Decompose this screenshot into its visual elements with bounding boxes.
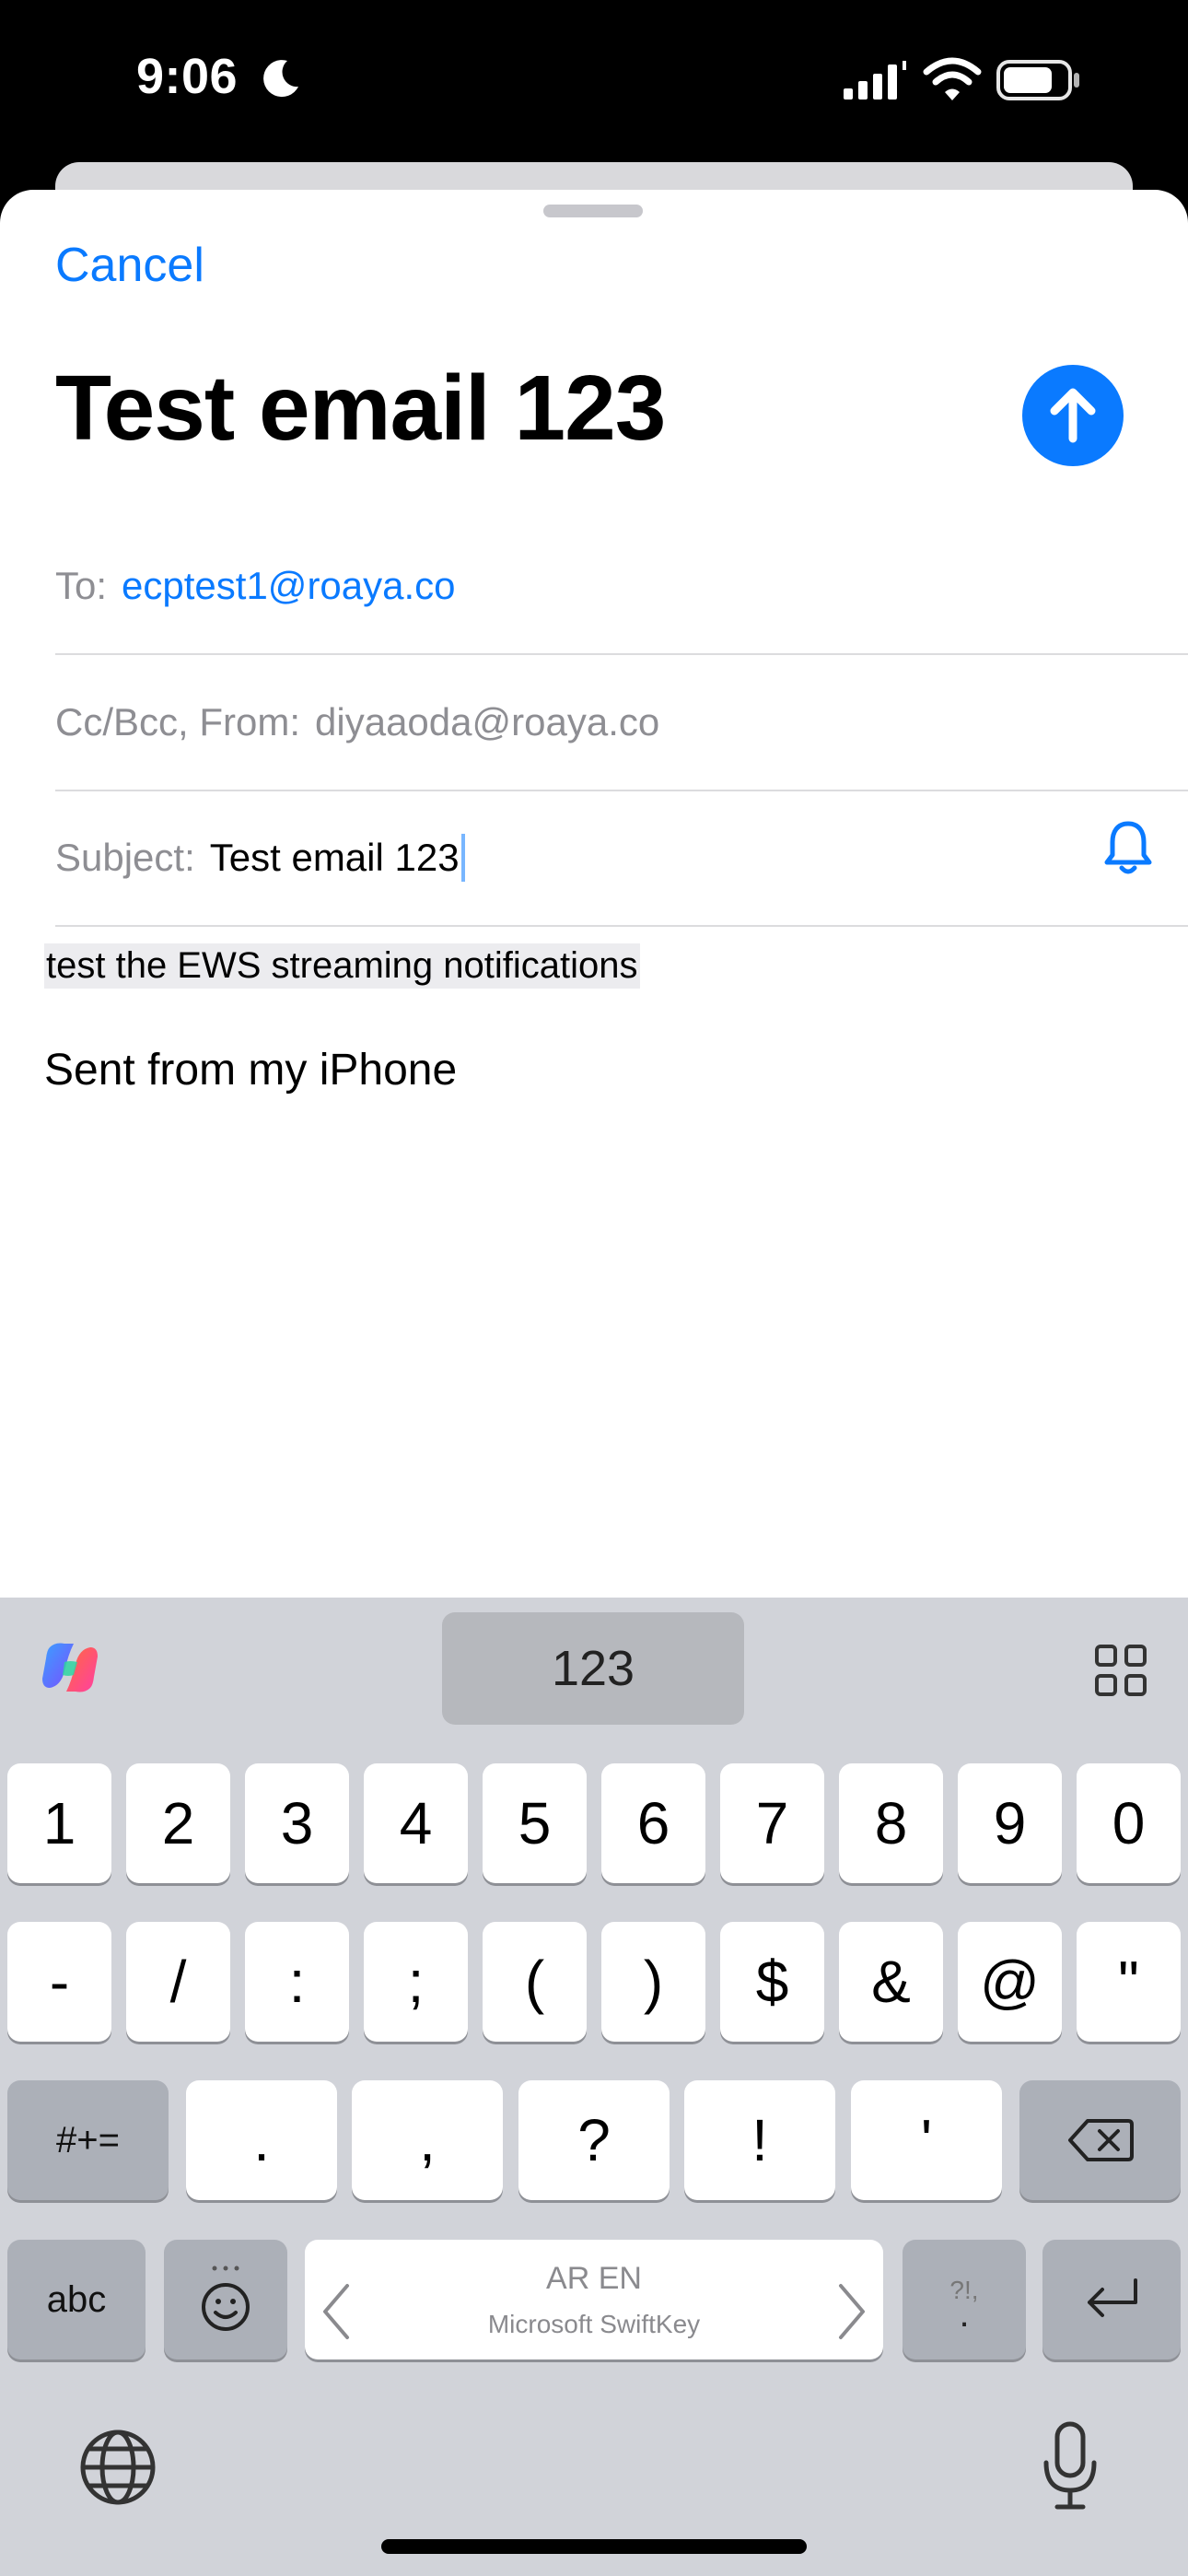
key-quote[interactable]: " [1077, 1922, 1181, 2042]
key-close-paren[interactable]: ) [601, 1922, 705, 2042]
sheet-grabber[interactable] [543, 205, 643, 217]
key-0[interactable]: 0 [1077, 1763, 1181, 1883]
key-exclamation[interactable]: ! [684, 2080, 835, 2200]
subject-input[interactable]: Test email 123 [210, 836, 460, 880]
cc-bcc-from-label: Cc/Bcc, From: [55, 700, 301, 744]
key-more-symbols[interactable]: #+= [7, 2080, 169, 2200]
key-8[interactable]: 8 [839, 1763, 943, 1883]
key-semicolon[interactable]: ; [364, 1922, 468, 2042]
key-hyphen[interactable]: - [7, 1922, 111, 2042]
status-bar: 9:06 [0, 0, 1188, 161]
key-period[interactable]: . [186, 2080, 337, 2200]
to-field[interactable]: To: ecptest1@roaya.co [55, 519, 1188, 655]
key-4[interactable]: 4 [364, 1763, 468, 1883]
cellular-signal-icon [844, 61, 906, 100]
compose-title: Test email 123 [55, 357, 666, 460]
key-comma[interactable]: , [352, 2080, 503, 2200]
key-2[interactable]: 2 [126, 1763, 230, 1883]
delete-key[interactable] [1019, 2080, 1181, 2200]
emoji-icon [202, 2266, 250, 2331]
key-apostrophe[interactable]: ' [851, 2080, 1002, 2200]
chevron-right-icon [839, 2284, 865, 2339]
return-key[interactable] [1042, 2240, 1181, 2359]
subject-field[interactable]: Subject: Test email 123 [55, 790, 1188, 927]
punct-main: . [959, 2294, 970, 2335]
return-icon [1088, 2278, 1137, 2317]
wifi-icon [923, 57, 982, 100]
key-6[interactable]: 6 [601, 1763, 705, 1883]
backspace-icon [1067, 2119, 1134, 2161]
to-recipient[interactable]: ecptest1@roaya.co [122, 564, 456, 608]
copilot-icon[interactable] [37, 1634, 103, 1701]
space-brand: Microsoft SwiftKey [487, 2309, 701, 2338]
key-abc[interactable]: abc [7, 2240, 146, 2359]
key-3[interactable]: 3 [245, 1763, 349, 1883]
grid-menu-icon[interactable] [1094, 1644, 1147, 1697]
to-label: To: [55, 564, 108, 607]
email-signature[interactable]: Sent from my iPhone [44, 1045, 457, 1095]
from-address[interactable]: diyaaoda@roaya.co [315, 700, 659, 744]
key-5[interactable]: 5 [483, 1763, 587, 1883]
battery-icon [996, 60, 1079, 100]
key-open-paren[interactable]: ( [483, 1922, 587, 2042]
key-colon[interactable]: : [245, 1922, 349, 2042]
punctuation-key[interactable]: ?!, . [903, 2240, 1026, 2359]
key-7[interactable]: 7 [720, 1763, 824, 1883]
key-slash[interactable]: / [126, 1922, 230, 2042]
arrow-up-icon [1050, 388, 1096, 443]
key-at[interactable]: @ [958, 1922, 1062, 2042]
key-1[interactable]: 1 [7, 1763, 111, 1883]
key-ampersand[interactable]: & [839, 1922, 943, 2042]
email-body-text[interactable]: test the EWS streaming notifications [44, 943, 640, 989]
chevron-left-icon [323, 2284, 349, 2339]
status-time: 9:06 [136, 49, 239, 104]
subject-label: Subject: [55, 836, 195, 879]
emoji-key[interactable] [164, 2240, 287, 2359]
text-cursor [460, 834, 465, 882]
focus-moon-icon [263, 60, 298, 98]
key-dollar[interactable]: $ [720, 1922, 824, 2042]
key-9[interactable]: 9 [958, 1763, 1062, 1883]
keyboard: 123 1 2 3 4 5 6 7 8 9 0 - / : ; ( ) $ & … [0, 1598, 1188, 2576]
cancel-button[interactable]: Cancel [55, 238, 204, 293]
globe-icon[interactable] [77, 2427, 158, 2508]
microphone-icon[interactable] [1039, 2420, 1101, 2512]
numbers-toolbar-button[interactable]: 123 [442, 1612, 744, 1725]
send-button[interactable] [1022, 365, 1124, 466]
key-question[interactable]: ? [518, 2080, 670, 2200]
space-key[interactable]: AR EN Microsoft SwiftKey [305, 2240, 883, 2359]
home-indicator[interactable] [381, 2539, 807, 2554]
bell-icon[interactable] [1101, 818, 1155, 877]
cc-bcc-from-field[interactable]: Cc/Bcc, From: diyaaoda@roaya.co [55, 655, 1188, 791]
space-languages: AR EN [546, 2260, 642, 2296]
